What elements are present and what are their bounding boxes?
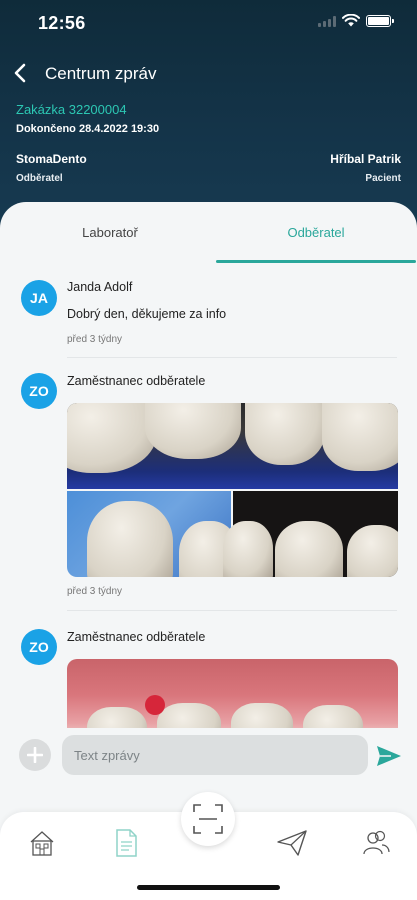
chevron-left-icon [14, 63, 26, 83]
status-time: 12:56 [38, 13, 86, 33]
users-icon [363, 830, 390, 855]
composer [0, 727, 417, 787]
message-author: Zaměstnanec odběratele [67, 374, 206, 388]
nav-documents[interactable] [108, 826, 144, 860]
plus-icon [27, 747, 43, 763]
list-item: ZO Zaměstnanec odběratele [0, 366, 417, 611]
photo-gums [67, 659, 398, 728]
nav-building[interactable] [24, 826, 60, 860]
wifi-icon [342, 14, 360, 27]
nav-users[interactable] [358, 826, 394, 860]
message-time: před 3 týdny [67, 586, 123, 597]
message-text: Dobrý den, děkujeme za info [67, 307, 227, 321]
message-input[interactable] [62, 735, 368, 775]
document-icon [116, 829, 137, 857]
message-author: Zaměstnanec odběratele [67, 630, 206, 644]
order-link[interactable]: Zakázka 32200004 [16, 102, 127, 117]
message-author: Janda Adolf [67, 280, 133, 294]
signal-icon [318, 15, 336, 27]
avatar: ZO [21, 373, 57, 409]
avatar: ZO [21, 629, 57, 665]
divider [67, 357, 397, 358]
tab-laboratory[interactable]: Laboratoř [10, 202, 210, 263]
send-icon[interactable] [375, 744, 403, 768]
status-bar: 12:56 [0, 0, 417, 46]
home-indicator [137, 885, 280, 890]
page-title: Centrum zpráv [45, 64, 157, 83]
status-icons [318, 14, 394, 27]
completed-date: Dokončeno 28.4.2022 19:30 [16, 123, 160, 135]
scan-button[interactable] [181, 792, 235, 846]
paper-plane-icon [277, 830, 307, 856]
photo-attachment[interactable] [67, 403, 398, 577]
battery-icon [366, 14, 394, 27]
patient-role: Pacient [365, 173, 401, 184]
photo-crown [67, 491, 239, 577]
qr-scan-icon [193, 804, 223, 834]
list-item: JA Janda Adolf Dobrý den, děkujeme za in… [0, 270, 417, 358]
tab-bar: Laboratoř Odběratel [0, 202, 417, 263]
photo-teeth-closeup [67, 403, 398, 489]
patient-name: Hříbal Patrik [330, 152, 401, 166]
divider [67, 610, 397, 611]
message-time: před 3 týdny [67, 334, 123, 345]
photo-crowns-dark [223, 491, 398, 577]
photo-attachment[interactable] [67, 659, 398, 728]
avatar: JA [21, 280, 57, 316]
customer-role: Odběratel [16, 173, 63, 184]
nav-messages[interactable] [274, 826, 310, 860]
back-button[interactable] [6, 58, 34, 88]
tab-customer[interactable]: Odběratel [216, 202, 416, 263]
customer-name: StomaDento [16, 152, 87, 166]
message-list[interactable]: JA Janda Adolf Dobrý den, děkujeme za in… [0, 270, 417, 728]
list-item: ZO Zaměstnanec odběratele [0, 622, 417, 728]
building-icon [30, 831, 54, 856]
add-attachment-button[interactable] [19, 739, 51, 771]
